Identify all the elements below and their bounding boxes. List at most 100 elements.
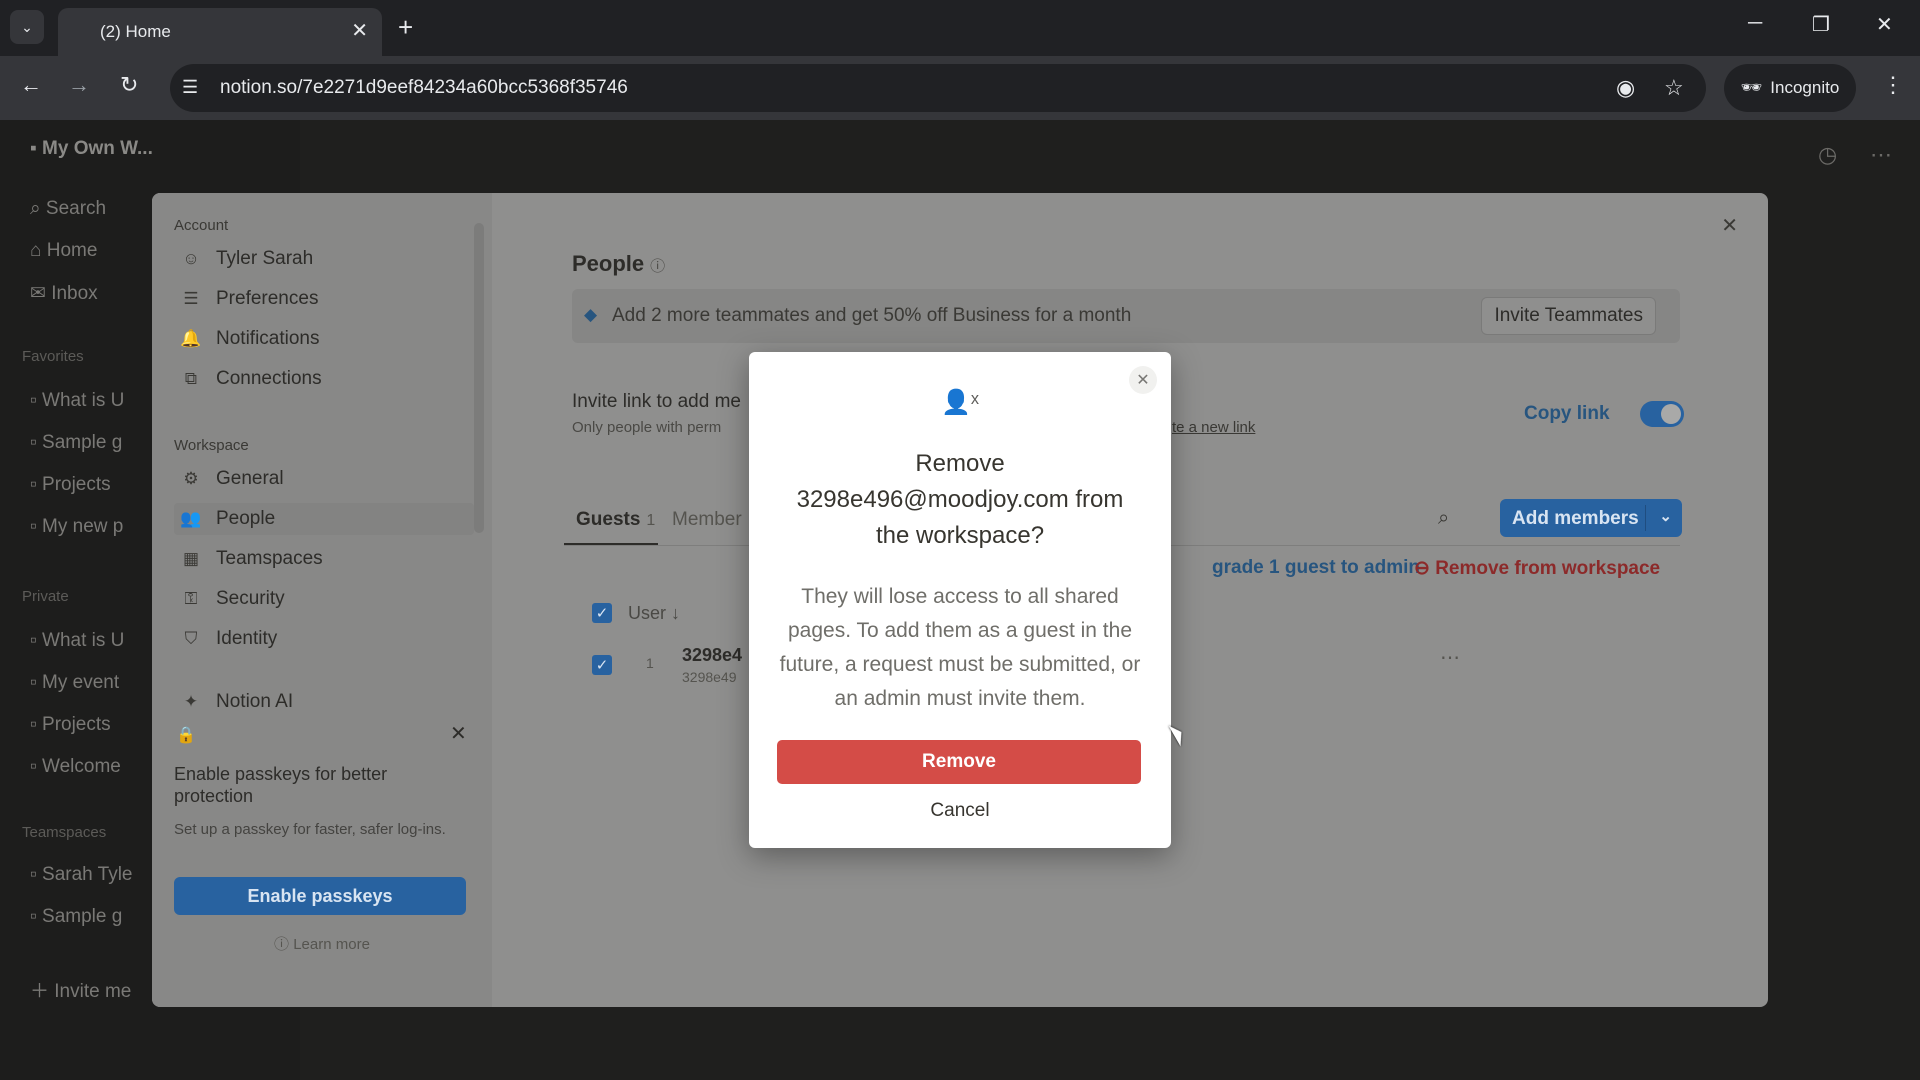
row-index: 1 <box>646 655 654 671</box>
people-icon: 👥 <box>180 509 202 528</box>
generate-link[interactable]: te a new link <box>1172 419 1255 436</box>
promo-text: Add 2 more teammates and get 50% off Bus… <box>612 305 1132 326</box>
nav-item-label: General <box>216 468 284 489</box>
browser-tab[interactable]: (2) Home ✕ <box>58 8 382 56</box>
invite-link-subtitle: Only people with perm <box>572 419 722 436</box>
sidebar-page[interactable]: ▫ Projects <box>30 474 111 496</box>
sidebar-page[interactable]: ▫ Projects <box>30 714 111 736</box>
nav-scrollbar[interactable] <box>474 223 484 533</box>
remove-button[interactable]: Remove <box>777 740 1141 784</box>
incognito-badge[interactable]: 🕶 Incognito <box>1724 64 1856 112</box>
invite-teammates-button[interactable]: Invite Teammates <box>1481 297 1656 335</box>
sidebar-page[interactable]: ▫ Sample g <box>30 906 122 928</box>
sidebar-page[interactable]: ▫ My event <box>30 672 119 694</box>
learn-more-link[interactable]: ⓘ Learn more <box>152 933 492 954</box>
sidebar-teamspace[interactable]: ▫ Sarah Tyle <box>30 864 133 886</box>
sidebar-page[interactable]: ▫ What is U <box>30 390 124 412</box>
tab-members[interactable]: Member <box>672 509 742 531</box>
sidebar-home[interactable]: ⌂ Home <box>30 240 97 262</box>
copy-link-button[interactable]: Copy link <box>1524 403 1610 425</box>
sidebar-page[interactable]: ▫ My new p <box>30 516 123 538</box>
key-icon: ⚿ <box>184 589 198 608</box>
site-info-icon[interactable]: ☰ <box>182 77 198 98</box>
sidebar-page[interactable]: ▫ What is U <box>30 630 124 652</box>
forward-button[interactable]: → <box>68 72 90 98</box>
nav-item-teamspaces[interactable]: ▦ Teamspaces <box>174 543 474 575</box>
minimize-button[interactable]: ─ <box>1748 12 1762 35</box>
nav-item-general[interactable]: ⚙ General <box>174 463 474 495</box>
enable-passkeys-button[interactable]: Enable passkeys <box>174 877 466 915</box>
more-icon[interactable]: ⋯ <box>1870 142 1892 168</box>
remove-user-icon: 👤ˣ <box>941 389 979 416</box>
row-checkbox[interactable]: ✓ <box>592 655 612 675</box>
divider <box>1645 505 1646 531</box>
nav-item-account[interactable]: ☺ Tyler Sarah <box>174 243 474 275</box>
column-header-user[interactable]: User ↓ <box>628 603 680 624</box>
page-title: People ⓘ <box>572 251 666 276</box>
search-icon[interactable]: ⌕ <box>1438 507 1449 530</box>
row-user-email: 3298e49 <box>682 669 737 685</box>
chevron-down-icon[interactable]: ⌄ <box>1659 507 1672 525</box>
external-link-icon: ⧉ <box>184 369 198 388</box>
nav-item-preferences[interactable]: ☰ Preferences <box>174 283 474 315</box>
close-icon[interactable]: ✕ <box>450 721 467 746</box>
nav-item-notifications[interactable]: 🔔 Notifications <box>174 323 474 355</box>
sidebar-invite[interactable]: ＋ Invite me <box>30 976 131 1003</box>
nav-item-label: Notion AI <box>216 691 294 712</box>
favorites-header: Favorites <box>22 348 84 365</box>
nav-item-security[interactable]: ⚿ Security <box>174 583 474 615</box>
nav-item-label: Identity <box>216 628 278 649</box>
incognito-icon: 🕶 <box>1740 78 1763 97</box>
account-section-header: Account <box>174 217 229 234</box>
address-bar[interactable]: ☰ notion.so/7e2271d9eef84234a60bcc5368f3… <box>170 64 1706 112</box>
add-members-label: Add members <box>1512 508 1639 529</box>
url-text[interactable]: notion.so/7e2271d9eef84234a60bcc5368f357… <box>220 77 628 99</box>
sliders-icon: ☰ <box>183 289 199 308</box>
nav-item-label: Connections <box>216 368 322 389</box>
nav-item-people[interactable]: 👥 People <box>174 503 474 535</box>
restore-button[interactable]: ❐ <box>1812 12 1830 37</box>
settings-nav: Account ☺ Tyler Sarah ☰ Preferences 🔔 No… <box>152 193 492 1007</box>
history-icon[interactable]: ◷ <box>1818 142 1837 168</box>
sidebar-page[interactable]: ▫ Welcome <box>30 756 121 778</box>
reload-button[interactable]: ↻ <box>120 72 138 98</box>
close-icon[interactable]: ✕ <box>1721 213 1738 238</box>
sidebar-page[interactable]: ▫ Sample g <box>30 432 122 454</box>
new-tab-button[interactable]: + <box>398 12 413 43</box>
nav-item-label: People <box>216 508 276 529</box>
bell-icon: 🔔 <box>180 329 202 348</box>
close-window-button[interactable]: ✕ <box>1876 12 1893 37</box>
nav-item-label: Security <box>216 588 285 609</box>
cancel-button[interactable]: Cancel <box>749 800 1171 822</box>
tag-icon: ◆ <box>584 305 598 324</box>
nav-item-label: Tyler Sarah <box>216 248 314 269</box>
browser-tab-bar: ⌄ (2) Home ✕ + ─ ❐ ✕ <box>0 0 1920 56</box>
passkey-subtitle: Set up a passkey for faster, safer log-i… <box>174 821 446 838</box>
add-members-button[interactable]: Add members ⌄ <box>1500 499 1682 537</box>
tab-search-button[interactable]: ⌄ <box>10 10 44 44</box>
sidebar-search[interactable]: ⌕ Search <box>30 198 106 220</box>
tab-title: (2) Home <box>100 22 171 41</box>
tab-guests[interactable]: Guests 1 <box>576 509 655 531</box>
workspace-switcher[interactable]: ▪ My Own W... <box>30 138 153 160</box>
row-more-icon[interactable]: ⋯ <box>1440 645 1460 670</box>
star-icon[interactable]: ☆ <box>1664 75 1684 101</box>
help-icon[interactable]: ⓘ <box>650 258 665 275</box>
lock-icon: 🔒 <box>176 727 196 744</box>
remove-from-workspace-button[interactable]: ⊖ Remove from workspace <box>1414 557 1660 580</box>
invite-link-title: Invite link to add me <box>572 391 741 412</box>
sidebar-inbox[interactable]: ✉ Inbox <box>30 282 98 305</box>
nav-item-connections[interactable]: ⧉ Connections <box>174 363 474 395</box>
tab-close-icon[interactable]: ✕ <box>351 18 368 43</box>
select-all-checkbox[interactable]: ✓ <box>592 603 612 623</box>
nav-item-identity[interactable]: ⛉ Identity <box>174 623 474 655</box>
remove-dialog: ✕ 👤ˣ Remove 3298e496@moodjoy.com from th… <box>749 352 1171 848</box>
invite-link-toggle[interactable] <box>1640 401 1684 427</box>
upgrade-guest-button[interactable]: grade 1 guest to admin <box>1212 557 1420 579</box>
browser-toolbar: ← → ↻ ☰ notion.so/7e2271d9eef84234a60bcc… <box>0 56 1920 120</box>
eye-off-icon[interactable]: ◉ <box>1616 75 1635 101</box>
teamspaces-header: Teamspaces <box>22 824 107 841</box>
back-button[interactable]: ← <box>20 72 42 98</box>
browser-menu-icon[interactable]: ⋮ <box>1882 72 1904 98</box>
incognito-label: Incognito <box>1770 78 1840 97</box>
